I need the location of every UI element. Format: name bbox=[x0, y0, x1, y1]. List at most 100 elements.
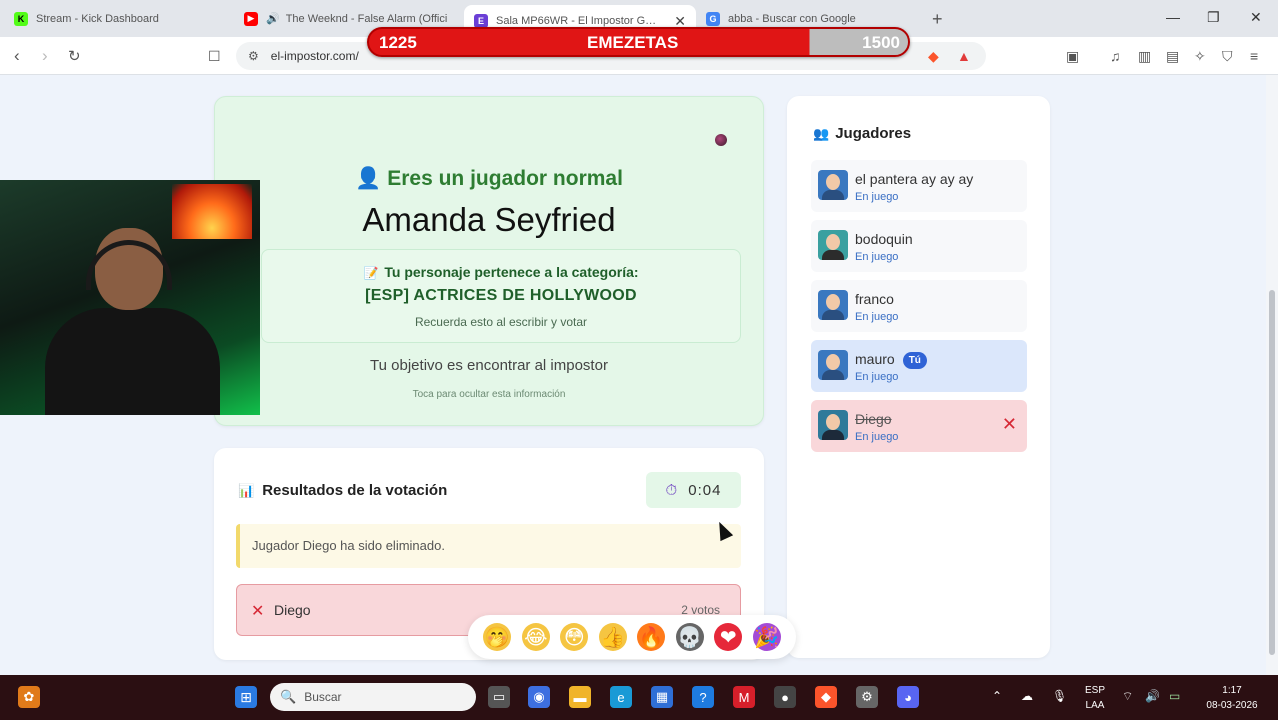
tray-overflow-icon[interactable]: ⌃ bbox=[992, 689, 1002, 703]
goal-target-value: 1500 bbox=[862, 33, 900, 52]
speaker-icon: 🔊 bbox=[266, 13, 280, 25]
player-item-me: mauro Tú En juego bbox=[811, 340, 1027, 392]
menu-icon[interactable]: ≡ bbox=[1250, 48, 1258, 64]
restore-button[interactable]: ❐ bbox=[1207, 9, 1220, 26]
stream-goal-overlay: 1225 EMEZETAS 1500 bbox=[367, 27, 910, 57]
obs-icon[interactable]: ● bbox=[774, 686, 796, 708]
site-settings-icon[interactable]: ⚙ bbox=[248, 49, 259, 63]
bookmark-icon[interactable]: ☐ bbox=[208, 48, 221, 65]
tab-title: The Weeknd - False Alarm (Offici bbox=[285, 12, 448, 25]
role-title: 👤 Eres un jugador normal bbox=[355, 167, 623, 190]
reaction-heart-icon[interactable]: ❤ bbox=[714, 623, 743, 651]
player-item-eliminated: Diego En juego ✕ bbox=[811, 400, 1027, 452]
file-explorer-icon[interactable]: ▬ bbox=[569, 686, 591, 708]
player-item: bodoquin En juego bbox=[811, 220, 1027, 272]
brave-icon[interactable]: ◆ bbox=[815, 686, 837, 708]
player-item: franco En juego bbox=[811, 280, 1027, 332]
category-name: [ESP] ACTRICES DE HOLLYWOOD bbox=[365, 287, 637, 304]
wifi-icon[interactable]: ⌔ bbox=[1122, 689, 1133, 704]
tab-title: abba - Buscar con Google bbox=[728, 12, 856, 25]
battery-icon[interactable]: ▭ bbox=[1169, 689, 1180, 703]
leo-ai-icon[interactable]: ✧ bbox=[1194, 48, 1206, 65]
edge-icon[interactable]: e bbox=[610, 686, 632, 708]
mcafee-icon[interactable]: M bbox=[733, 686, 755, 708]
volume-icon[interactable]: 🔊 bbox=[1145, 689, 1160, 703]
brave-shield-icon[interactable]: ◆ bbox=[928, 48, 939, 65]
player-status: En juego bbox=[855, 431, 899, 443]
objective-text: Tu objetivo es encontrar al impostor bbox=[370, 357, 608, 374]
el-impostor-icon: E bbox=[474, 14, 488, 28]
windows-taskbar: ✿ ⊞ 🔍 Buscar ▭ ◉ ▬ e ▦ ? M ● ◆ ⚙ ◕ ⌃ ☁ 🎙… bbox=[0, 675, 1278, 720]
close-window-button[interactable]: ✕ bbox=[1250, 9, 1262, 26]
reaction-laugh-icon[interactable]: 😂 bbox=[521, 623, 550, 651]
reaction-shush-icon[interactable]: 🤭 bbox=[483, 623, 512, 651]
back-icon[interactable]: ‹ bbox=[14, 46, 20, 66]
reaction-flushed-icon[interactable]: 😳 bbox=[560, 623, 589, 651]
player-status: En juego bbox=[855, 191, 899, 203]
player-name: franco bbox=[855, 291, 894, 307]
forward-icon[interactable]: › bbox=[42, 46, 48, 66]
you-badge: Tú bbox=[902, 352, 927, 369]
result-player-name: Diego bbox=[274, 602, 311, 618]
taskbar-clock[interactable]: 1:17 08-03-2026 bbox=[1196, 683, 1268, 713]
reaction-fire-icon[interactable]: 🔥 bbox=[637, 623, 666, 651]
task-view-icon[interactable]: ▭ bbox=[488, 686, 510, 708]
streamer-body bbox=[45, 308, 220, 415]
search-icon: 🔍 bbox=[280, 689, 297, 704]
brave-rewards-icon[interactable]: ▲ bbox=[957, 48, 971, 64]
reaction-skull-icon[interactable]: 💀 bbox=[675, 623, 704, 651]
scrollbar-thumb[interactable] bbox=[1269, 290, 1275, 655]
webcam-overlay bbox=[0, 180, 260, 415]
reaction-thumbs-up-icon[interactable]: 👍 bbox=[598, 623, 627, 651]
wallet-icon[interactable]: ▤ bbox=[1166, 48, 1179, 65]
widgets-icon[interactable]: ✿ bbox=[18, 686, 40, 708]
player-name: mauro Tú bbox=[855, 351, 927, 369]
player-name: Diego bbox=[855, 411, 892, 427]
sidebar-icon[interactable]: ▥ bbox=[1138, 48, 1151, 65]
player-item: el pantera ay ay ay En juego bbox=[811, 160, 1027, 212]
reaction-bar: 🤭 😂 😳 👍 🔥 💀 ❤ 🎉 bbox=[468, 615, 796, 659]
copilot-icon[interactable]: ◉ bbox=[528, 686, 550, 708]
memo-icon: 📝 bbox=[363, 266, 379, 280]
fire-background bbox=[172, 184, 252, 239]
players-card: 👥 Jugadores el pantera ay ay ay En juego … bbox=[787, 96, 1050, 658]
help-icon[interactable]: ? bbox=[692, 686, 714, 708]
player-status: En juego bbox=[855, 311, 899, 323]
vpn-icon[interactable]: ⛉ bbox=[1222, 48, 1233, 65]
language-indicator[interactable]: ESP LAA bbox=[1082, 683, 1108, 713]
eliminated-icon: ✕ bbox=[1001, 414, 1017, 434]
taskbar-search[interactable]: 🔍 Buscar bbox=[270, 683, 476, 711]
eye-icon bbox=[715, 134, 727, 146]
role-card[interactable]: 👤 Eres un jugador normal Amanda Seyfried … bbox=[214, 96, 764, 426]
player-status: En juego bbox=[855, 371, 899, 383]
onedrive-icon[interactable]: ☁ bbox=[1021, 689, 1033, 703]
youtube-icon: ▶ bbox=[244, 11, 258, 26]
players-title: 👥 Jugadores bbox=[813, 125, 912, 142]
category-hint: Recuerda esto al escribir y votar bbox=[414, 315, 588, 329]
media-icon[interactable]: ♫ bbox=[1110, 48, 1121, 64]
category-label: 📝 Tu personaje pertenece a la categoría: bbox=[363, 264, 639, 280]
reaction-party-icon[interactable]: 🎉 bbox=[752, 623, 781, 651]
new-tab-button[interactable]: + bbox=[932, 9, 943, 30]
settings-icon[interactable]: ⚙ bbox=[856, 686, 878, 708]
microphone-icon[interactable]: 🎙 bbox=[1052, 689, 1067, 703]
goal-current-value: 1225 bbox=[379, 33, 417, 52]
reload-icon[interactable]: ↻ bbox=[68, 47, 81, 65]
hide-info-hint[interactable]: Toca para ocultar esta información bbox=[215, 389, 763, 400]
stopwatch-icon: ⏱ bbox=[665, 481, 679, 499]
page-scrollbar[interactable] bbox=[1266, 75, 1278, 675]
category-box: 📝 Tu personaje pertenece a la categoría: … bbox=[261, 249, 741, 343]
avatar bbox=[818, 290, 848, 320]
avatar bbox=[818, 170, 848, 200]
minimize-button[interactable]: — bbox=[1166, 9, 1180, 25]
extensions-icon[interactable]: ▣ bbox=[1066, 48, 1079, 65]
store-icon[interactable]: ▦ bbox=[651, 686, 673, 708]
tab-kick-dashboard[interactable]: K Stream - Kick Dashboard bbox=[14, 6, 234, 31]
discord-icon[interactable]: ◕ bbox=[897, 686, 919, 708]
start-icon[interactable]: ⊞ bbox=[235, 686, 257, 708]
player-name: bodoquin bbox=[855, 231, 913, 247]
vote-timer: ⏱ 0:04 bbox=[646, 472, 741, 508]
avatar bbox=[818, 230, 848, 260]
player-name: el pantera ay ay ay bbox=[855, 171, 974, 187]
avatar bbox=[818, 410, 848, 440]
